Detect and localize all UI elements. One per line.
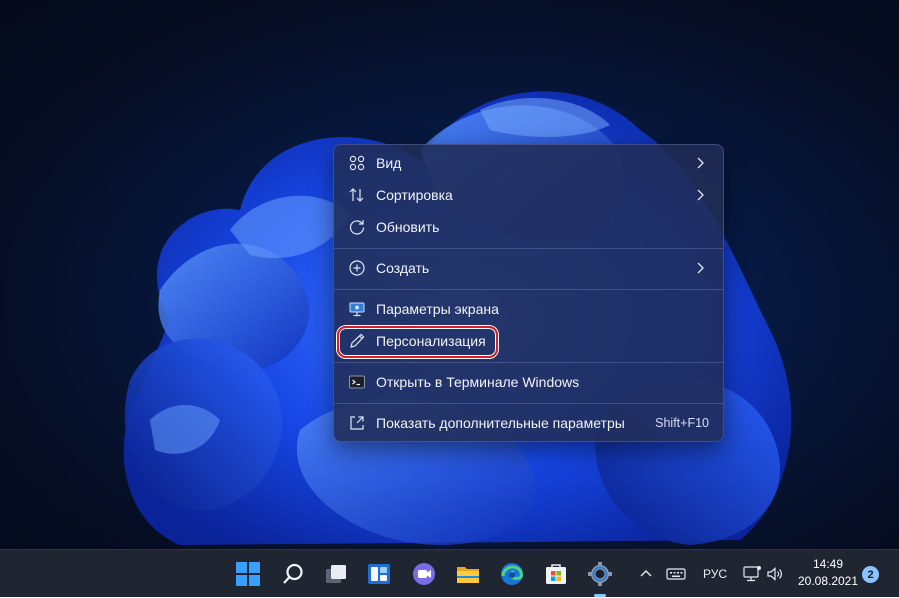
plus-circle-icon: [347, 258, 367, 278]
more-options-icon: [347, 413, 367, 433]
terminal-icon: [347, 372, 367, 392]
search-icon: [283, 563, 303, 584]
start-icon: [236, 562, 260, 586]
chevron-right-icon: [697, 189, 704, 201]
start-button[interactable]: [232, 558, 264, 590]
menu-separator: [334, 362, 723, 363]
menu-separator: [334, 248, 723, 249]
shortcut-label: Shift+F10: [655, 416, 709, 430]
file-explorer-icon: [457, 567, 479, 583]
menu-item-sort[interactable]: Сортировка: [338, 180, 719, 210]
sort-arrows-icon: [347, 185, 367, 205]
notification-badge[interactable]: 2: [862, 566, 879, 583]
grid-icon: [347, 153, 367, 173]
store-button[interactable]: [540, 558, 572, 590]
highlight-outline: [337, 326, 498, 358]
menu-item-refresh[interactable]: Обновить: [338, 212, 719, 242]
search-button[interactable]: [277, 558, 309, 590]
menu-item-new[interactable]: Создать: [338, 253, 719, 283]
chevron-right-icon: [697, 262, 704, 274]
menu-item-label: Открыть в Терминале Windows: [376, 374, 580, 390]
touch-keyboard-button[interactable]: [666, 550, 686, 598]
network-icon: [743, 566, 761, 582]
menu-item-open-terminal[interactable]: Открыть в Терминале Windows: [338, 367, 719, 397]
network-button[interactable]: [742, 550, 762, 598]
menu-item-label: Вид: [376, 155, 402, 171]
settings-button[interactable]: [584, 558, 616, 597]
clock-time: 14:49: [812, 557, 844, 571]
menu-item-label: Параметры экрана: [376, 301, 499, 317]
file-explorer-button[interactable]: [452, 558, 484, 590]
menu-separator: [334, 289, 723, 290]
clock[interactable]: 14:49 20.08.2021: [797, 556, 859, 590]
volume-icon: [767, 567, 782, 581]
language-label: РУС: [703, 567, 728, 581]
chat-button[interactable]: [408, 558, 440, 590]
desktop[interactable]: Вид Сортировка Обновить Создать Параметр…: [0, 0, 899, 549]
show-hidden-icons-button[interactable]: [638, 550, 654, 598]
menu-item-label: Сортировка: [376, 187, 453, 203]
menu-item-view[interactable]: Вид: [338, 148, 719, 178]
settings-icon: [588, 562, 612, 586]
volume-button[interactable]: [766, 550, 784, 598]
widgets-icon: [368, 564, 390, 584]
language-indicator[interactable]: РУС: [703, 550, 727, 598]
edge-icon: [501, 563, 523, 585]
teams-chat-icon: [413, 563, 435, 585]
menu-item-show-more-options[interactable]: Показать дополнительные параметры Shift+…: [338, 408, 719, 438]
menu-separator: [334, 403, 723, 404]
menu-item-label: Показать дополнительные параметры: [376, 415, 625, 431]
menu-item-label: Обновить: [376, 219, 440, 235]
desktop-context-menu: Вид Сортировка Обновить Создать Параметр…: [333, 144, 724, 442]
display-icon: [347, 299, 367, 319]
chevron-up-icon: [640, 570, 652, 577]
widgets-button[interactable]: [363, 558, 395, 590]
clock-date: 20.08.2021: [797, 574, 859, 588]
keyboard-icon: [666, 568, 686, 580]
task-view-button[interactable]: [320, 558, 352, 590]
notification-count: 2: [867, 568, 874, 581]
taskbar: РУС 14:49 20.08.2021 2: [0, 549, 899, 597]
refresh-icon: [347, 217, 367, 237]
task-view-icon: [326, 565, 346, 583]
edge-button[interactable]: [496, 558, 528, 590]
chevron-right-icon: [697, 157, 704, 169]
menu-item-label: Создать: [376, 260, 430, 276]
menu-item-display-settings[interactable]: Параметры экрана: [338, 294, 719, 324]
store-icon: [546, 564, 566, 584]
